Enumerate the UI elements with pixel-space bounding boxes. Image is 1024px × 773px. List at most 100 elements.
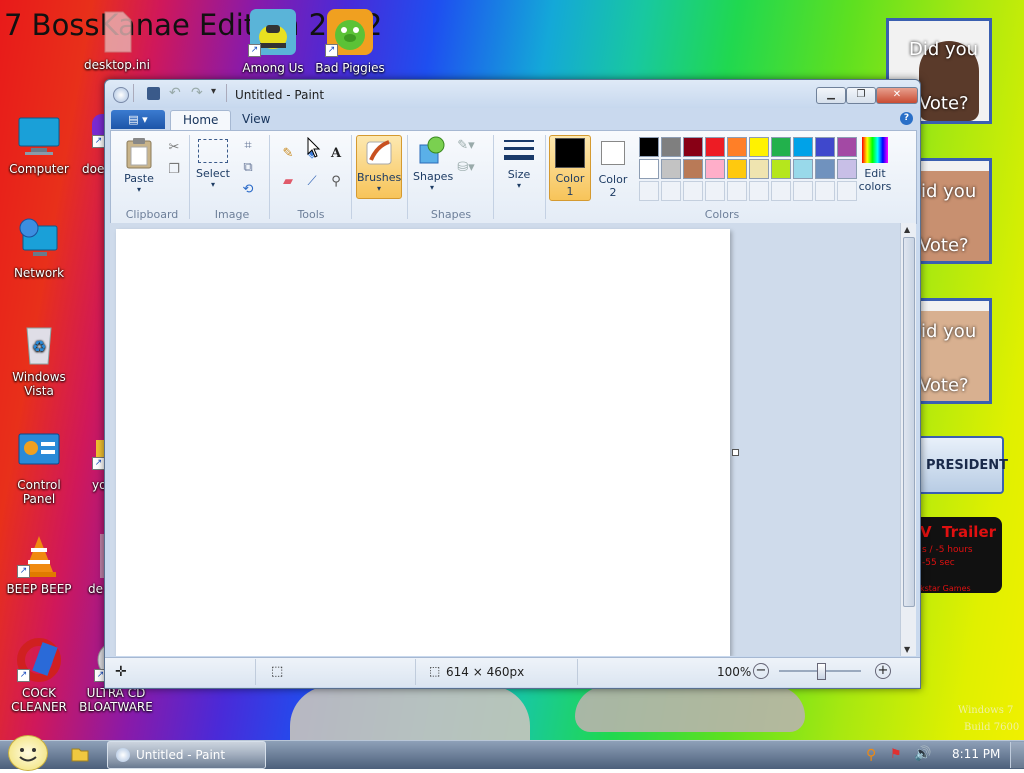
palette-color-swatch[interactable] — [793, 159, 813, 179]
ribbon-tabs: ▤ ▾ Home View ? — [110, 108, 915, 130]
zoom-slider-thumb[interactable] — [817, 663, 826, 680]
palette-custom-slot[interactable] — [639, 181, 659, 201]
poster-vote-3[interactable]: id you Vote? — [912, 298, 992, 404]
palette-color-swatch[interactable] — [683, 137, 703, 157]
palette-color-swatch[interactable] — [661, 159, 681, 179]
customize-quick-access-icon[interactable]: ▾ — [211, 86, 216, 97]
fill-style-icon[interactable]: ⛁▾ — [455, 157, 477, 179]
magnifier-icon[interactable]: ⚲ — [325, 171, 347, 193]
drawing-canvas[interactable] — [116, 229, 730, 656]
minimize-button[interactable]: ▁ — [816, 87, 846, 104]
palette-color-swatch[interactable] — [705, 137, 725, 157]
palette-color-swatch[interactable] — [771, 159, 791, 179]
palette-color-swatch[interactable] — [749, 137, 769, 157]
paste-button[interactable]: Paste ▾ — [119, 137, 159, 199]
palette-custom-slot[interactable] — [727, 181, 747, 201]
palette-color-swatch[interactable] — [705, 159, 725, 179]
desktop-icon-computer[interactable]: Computer — [1, 114, 77, 176]
palette-color-swatch[interactable] — [771, 137, 791, 157]
redo-icon[interactable]: ↷ — [191, 85, 203, 101]
scroll-thumb[interactable] — [903, 237, 915, 607]
color2-button[interactable]: Color 2 — [593, 135, 633, 199]
desktop-icon-network[interactable]: Network — [1, 218, 77, 280]
action-center-icon[interactable]: ⚑ — [890, 747, 902, 762]
rotate-icon[interactable]: ⟲ — [237, 179, 259, 201]
palette-custom-slot[interactable] — [837, 181, 857, 201]
desktop-icon-doe[interactable]: ↗ doe — [72, 114, 114, 176]
help-icon[interactable]: ? — [900, 112, 913, 125]
desktop-icon-beep-beep[interactable]: ↗ BEEP BEEP — [1, 534, 77, 596]
start-button[interactable] — [8, 735, 48, 771]
desktop-icon-label: Network — [13, 266, 65, 280]
zoom-in-button[interactable]: + — [875, 663, 891, 679]
size-button[interactable]: Size ▾ — [499, 137, 539, 199]
volume-icon[interactable]: 🔊 — [914, 746, 931, 762]
palette-custom-slot[interactable] — [705, 181, 725, 201]
desktop-icon-yo[interactable]: ↗ yo — [84, 440, 110, 492]
explorer-taskbar-icon[interactable] — [70, 745, 90, 763]
desktop-icon-control-panel[interactable]: Control Panel — [1, 430, 77, 506]
palette-custom-slot[interactable] — [683, 181, 703, 201]
outline-icon[interactable]: ✎▾ — [455, 135, 477, 157]
palette-color-swatch[interactable] — [639, 137, 659, 157]
color1-button[interactable]: Color 1 — [549, 135, 591, 201]
clock[interactable]: 8:11 PM — [952, 747, 1000, 761]
save-icon[interactable] — [147, 87, 160, 100]
palette-color-swatch[interactable] — [837, 159, 857, 179]
search-tray-icon[interactable]: ⚲ — [866, 747, 876, 763]
palette-custom-slot[interactable] — [661, 181, 681, 201]
title-bar[interactable]: ↶ ↷ ▾ Untitled - Paint ▁ ❐ ✕ — [105, 80, 920, 108]
scroll-up-icon[interactable]: ▲ — [904, 225, 910, 234]
text-tool-icon[interactable]: A — [325, 143, 347, 165]
crop-icon[interactable]: ⌗ — [237, 135, 259, 157]
palette-color-swatch[interactable] — [815, 159, 835, 179]
palette-color-swatch[interactable] — [727, 159, 747, 179]
edit-colors-button[interactable]: Edit colors — [855, 137, 895, 199]
desktop-icon-windows-vista[interactable]: ♻ Windows Vista — [1, 322, 77, 398]
poster-vote-2[interactable]: id you Vote? — [912, 158, 992, 264]
tab-view[interactable]: View — [230, 110, 282, 129]
trailer-banner[interactable]: V Trailer s / -5 hours -55 sec kstar Gam… — [912, 517, 1002, 593]
resize-icon[interactable]: ⧉ — [237, 157, 259, 179]
desktop-icon-cock-cleaner[interactable]: ↗ COCK CLEANER — [1, 638, 77, 714]
tab-home[interactable]: Home — [170, 110, 232, 130]
palette-color-swatch[interactable] — [815, 137, 835, 157]
undo-icon[interactable]: ↶ — [169, 85, 181, 101]
canvas-resize-handle[interactable] — [732, 449, 739, 456]
palette-color-swatch[interactable] — [683, 159, 703, 179]
palette-color-swatch[interactable] — [837, 137, 857, 157]
palette-color-swatch[interactable] — [749, 159, 769, 179]
copy-icon[interactable]: ❐ — [163, 159, 185, 181]
palette-custom-slot[interactable] — [771, 181, 791, 201]
president-banner[interactable]: PRESIDENT — [912, 436, 1008, 494]
desktop-icon-de[interactable]: de — [84, 534, 114, 596]
close-button[interactable]: ✕ — [876, 87, 918, 104]
show-desktop-button[interactable] — [1010, 742, 1024, 768]
palette-color-swatch[interactable] — [727, 137, 747, 157]
palette-color-swatch[interactable] — [639, 159, 659, 179]
cut-icon[interactable]: ✂ — [163, 137, 185, 159]
paint-menu-button[interactable]: ▤ ▾ — [111, 110, 165, 129]
brushes-button[interactable]: Brushes ▾ — [356, 135, 402, 199]
paste-icon — [126, 138, 152, 169]
palette-custom-slot[interactable] — [815, 181, 835, 201]
desktop-icon-among-us[interactable]: ↗ Among Us — [235, 7, 311, 75]
pencil-icon[interactable]: ✎ — [277, 143, 299, 165]
desktop-icon-desktop-ini[interactable]: desktop.ini — [79, 10, 155, 72]
scroll-down-icon[interactable]: ▼ — [904, 645, 910, 654]
palette-custom-slot[interactable] — [793, 181, 813, 201]
maximize-button[interactable]: ❐ — [846, 87, 876, 104]
paint-app-icon[interactable] — [113, 87, 129, 103]
zoom-out-button[interactable]: − — [753, 663, 769, 679]
color-picker-icon[interactable]: ⟋ — [301, 171, 323, 193]
select-button[interactable]: Select ▾ — [195, 139, 231, 199]
desktop-icon-bad-piggies[interactable]: ↗ Bad Piggies — [312, 7, 388, 75]
palette-color-swatch[interactable] — [793, 137, 813, 157]
taskbar-paint-button[interactable]: Untitled - Paint — [107, 741, 266, 769]
palette-color-swatch[interactable] — [661, 137, 681, 157]
eraser-icon[interactable]: ▰ — [277, 171, 299, 193]
vertical-scrollbar[interactable]: ▲ ▼ — [900, 223, 916, 656]
palette-custom-slot[interactable] — [749, 181, 769, 201]
paint-window[interactable]: ↶ ↷ ▾ Untitled - Paint ▁ ❐ ✕ ▤ ▾ Home Vi… — [104, 79, 921, 689]
shapes-button[interactable]: Shapes ▾ — [413, 135, 453, 197]
